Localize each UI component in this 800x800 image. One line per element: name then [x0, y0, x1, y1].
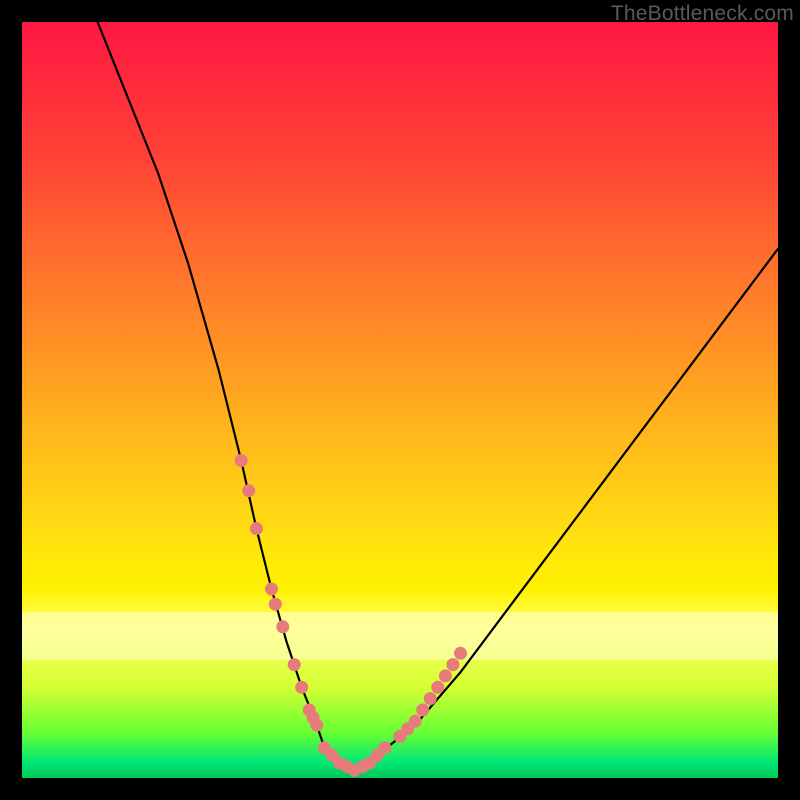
watermark-text: TheBottleneck.com	[611, 2, 794, 26]
chart-frame	[22, 22, 778, 778]
gradient-background	[22, 22, 778, 778]
pale-band	[22, 612, 778, 660]
